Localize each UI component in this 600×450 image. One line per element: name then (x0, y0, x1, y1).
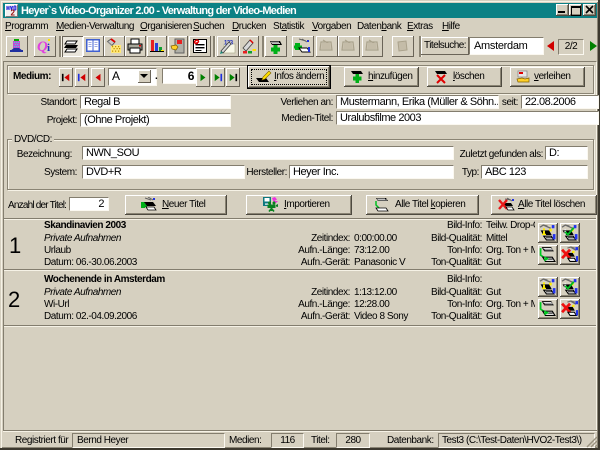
svg-text:i: i (47, 42, 50, 54)
